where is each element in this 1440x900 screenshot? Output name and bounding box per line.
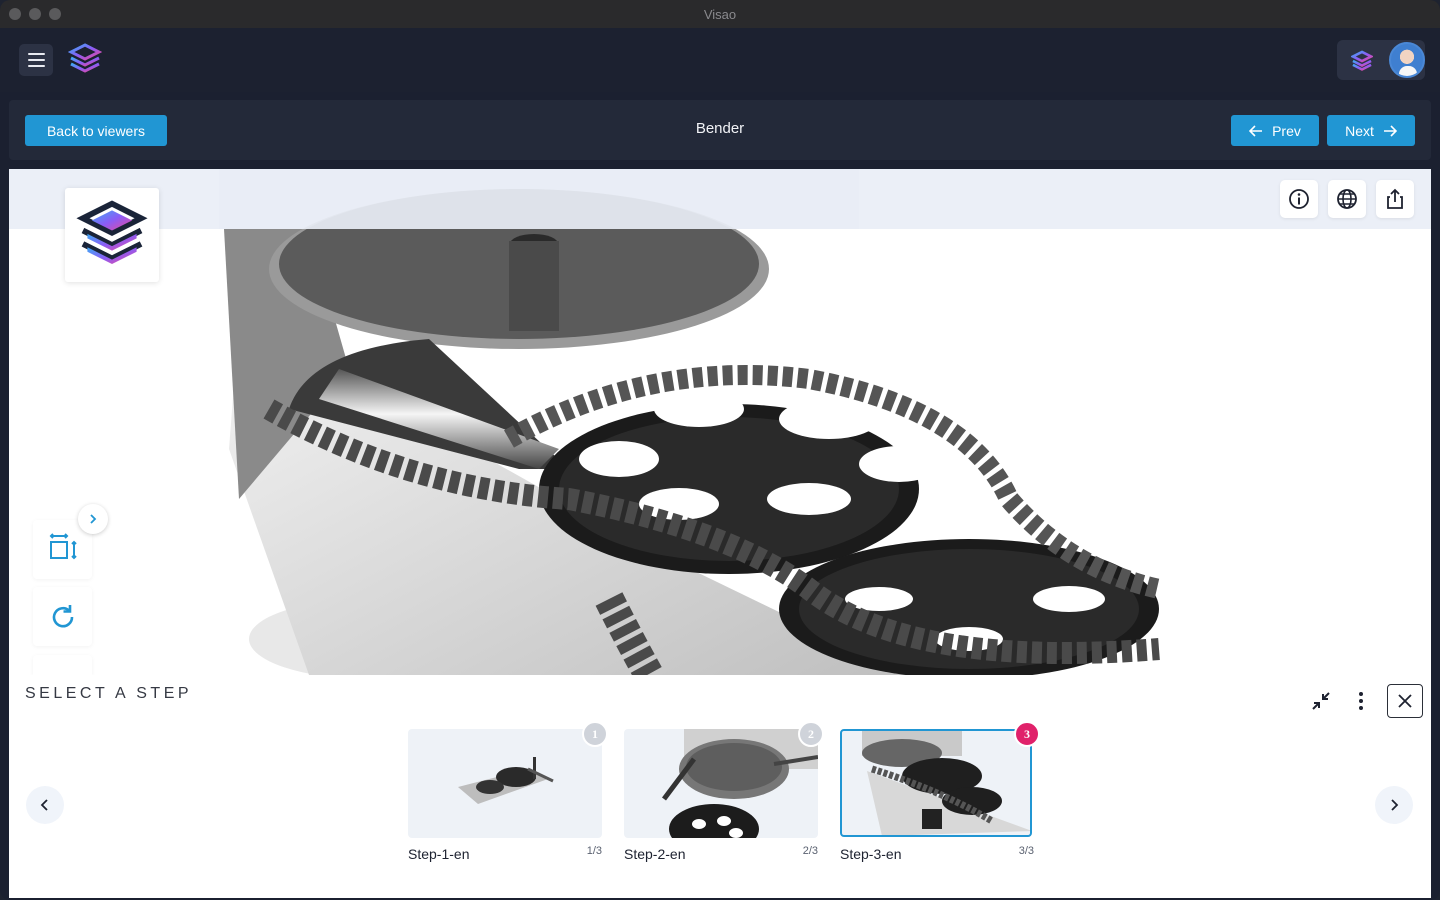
avatar[interactable] xyxy=(1389,42,1425,78)
viewer-toolbar: Back to viewers Bender Prev Next xyxy=(9,100,1431,160)
step-number-badge: 2 xyxy=(798,721,824,747)
viewer-brand-logo xyxy=(65,188,159,282)
step-card[interactable]: 2 Step-2-en 2/3 xyxy=(624,721,824,865)
window-title: Visao xyxy=(703,6,737,22)
scroll-left-button[interactable] xyxy=(26,786,64,824)
info-button[interactable] xyxy=(1280,180,1318,218)
close-window-button[interactable] xyxy=(9,8,21,20)
chevron-left-icon xyxy=(40,799,48,811)
step-fraction: 3/3 xyxy=(1018,845,1034,857)
close-drawer-button[interactable] xyxy=(1387,684,1423,718)
prev-button[interactable]: Prev xyxy=(1231,115,1319,146)
app-header xyxy=(0,28,1440,92)
step-2-preview-image xyxy=(662,729,818,838)
drawer-title: SELECT A STEP xyxy=(25,685,193,702)
step-thumbnail[interactable] xyxy=(624,729,818,838)
collapse-icon xyxy=(1312,692,1330,710)
menu-icon-line xyxy=(27,53,45,55)
scroll-right-button[interactable] xyxy=(1375,786,1413,824)
kebab-menu-icon xyxy=(1359,692,1363,710)
share-button[interactable] xyxy=(1376,180,1414,218)
next-button[interactable]: Next xyxy=(1327,115,1415,146)
step-thumbnail[interactable] xyxy=(408,729,602,838)
reset-view-icon xyxy=(52,604,73,627)
workspace-logo-icon xyxy=(1351,50,1373,71)
arrow-left-icon xyxy=(1249,124,1263,137)
share-icon xyxy=(1387,188,1403,209)
more-tools-button[interactable] xyxy=(33,655,92,675)
info-icon xyxy=(1289,189,1309,209)
step-number-badge: 1 xyxy=(582,721,608,747)
viewer-top-band xyxy=(9,169,1431,229)
step-fraction: 2/3 xyxy=(802,845,818,857)
user-menu[interactable] xyxy=(1337,40,1425,80)
zoom-window-button[interactable] xyxy=(49,8,61,20)
step-label: Step-1-en xyxy=(408,846,470,862)
visao-logo-icon[interactable] xyxy=(68,43,102,77)
collapse-drawer-button[interactable] xyxy=(1303,684,1339,718)
more-options-button[interactable] xyxy=(1343,684,1379,718)
minimize-window-button[interactable] xyxy=(29,8,41,20)
menu-icon-line xyxy=(27,59,45,61)
3d-viewer[interactable] xyxy=(9,169,1431,675)
language-button[interactable] xyxy=(1328,180,1366,218)
step-label: Step-2-en xyxy=(624,846,686,862)
chevron-right-icon xyxy=(1391,799,1399,811)
close-icon xyxy=(1398,694,1412,708)
app-window: Visao Back to viewers Bender Prev Next S… xyxy=(0,0,1440,900)
fit-view-icon xyxy=(49,532,77,559)
step-3-preview-image xyxy=(862,731,1030,835)
globe-icon xyxy=(1337,189,1357,209)
3d-model-render[interactable] xyxy=(9,169,1431,675)
expand-tools-button[interactable] xyxy=(78,504,108,534)
step-card[interactable]: 1 Step-1-en 1/3 xyxy=(408,721,608,865)
step-card-selected[interactable]: 3 Step-3-en 3/3 xyxy=(840,721,1040,865)
step-label: Step-3-en xyxy=(840,846,902,862)
page-title: Bender xyxy=(695,120,745,137)
prev-label: Prev xyxy=(1272,122,1301,139)
chevron-right-icon xyxy=(90,514,97,524)
reset-view-button[interactable] xyxy=(33,587,92,646)
step-number-badge: 3 xyxy=(1014,721,1040,747)
hamburger-menu-button[interactable] xyxy=(19,44,53,76)
arrow-right-icon xyxy=(1383,124,1397,137)
next-label: Next xyxy=(1345,122,1374,139)
visao-brand-icon xyxy=(76,200,148,265)
step-1-preview-image xyxy=(458,757,554,804)
step-thumbnail[interactable] xyxy=(840,729,1032,837)
step-fraction: 1/3 xyxy=(586,845,602,857)
menu-icon-line xyxy=(27,65,45,67)
step-drawer: SELECT A STEP 1 Step-1-en 1/3 2 Step-2-e… xyxy=(9,675,1431,898)
title-bar: Visao xyxy=(0,0,1440,28)
window-controls[interactable] xyxy=(9,8,61,20)
